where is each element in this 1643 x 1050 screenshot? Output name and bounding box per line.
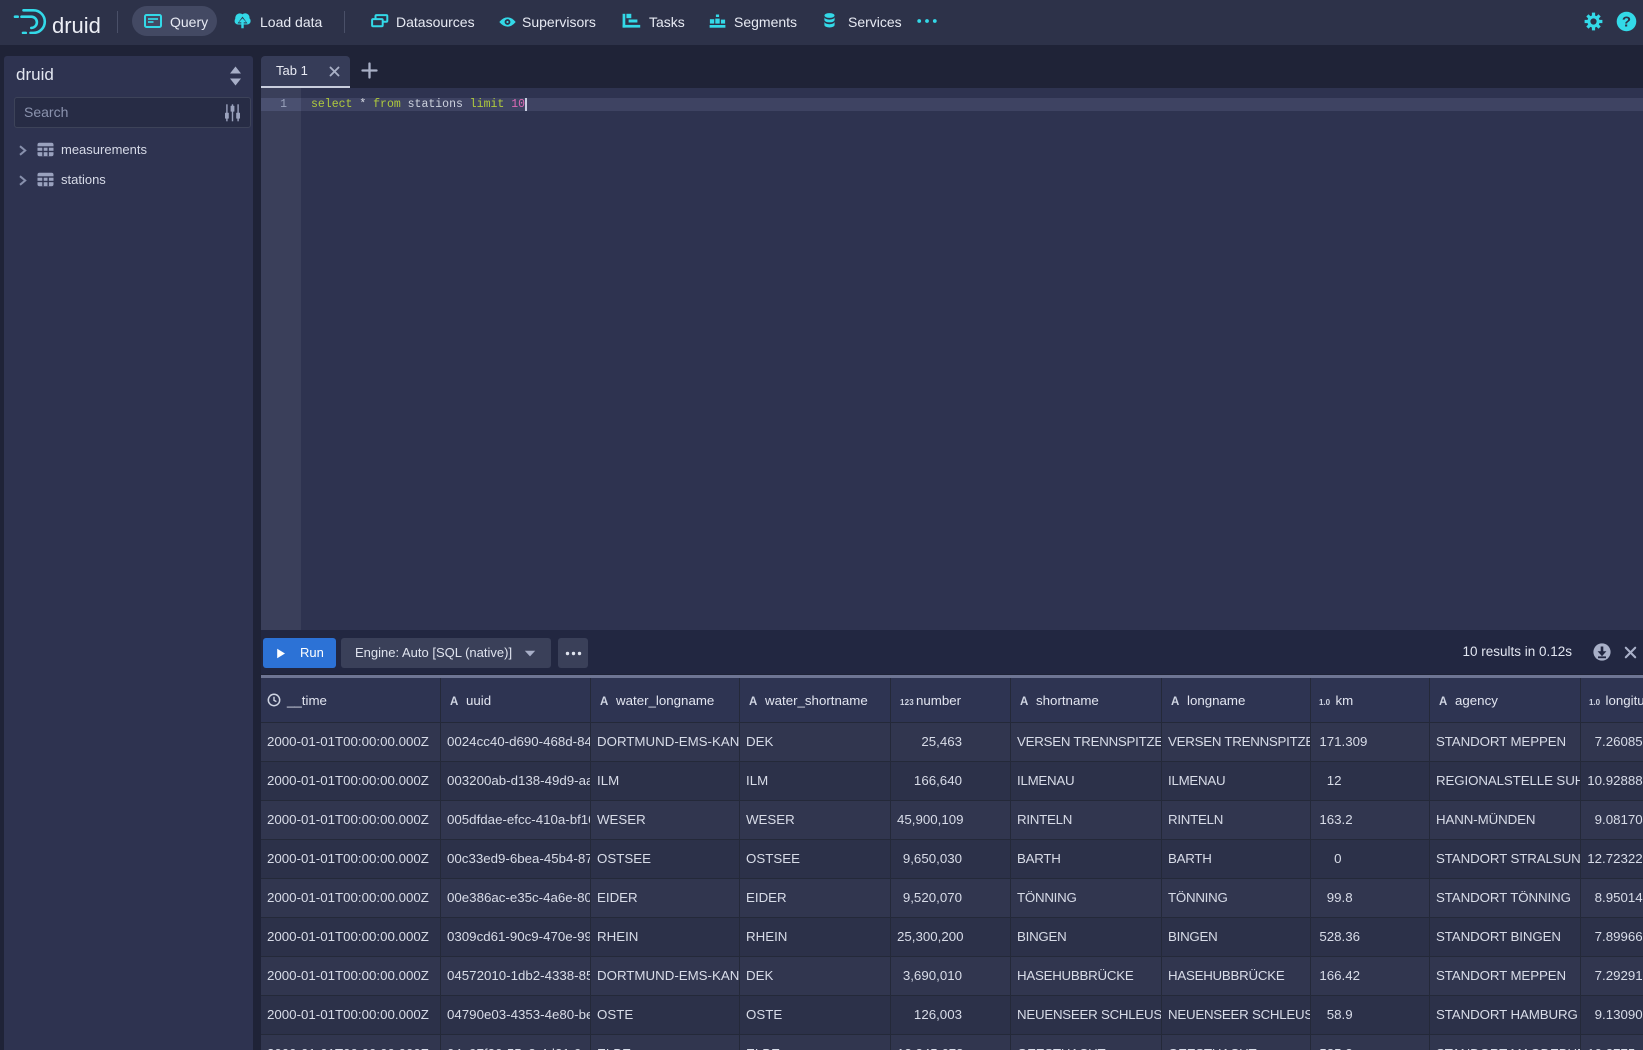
svg-text:?: ?: [1622, 14, 1631, 31]
